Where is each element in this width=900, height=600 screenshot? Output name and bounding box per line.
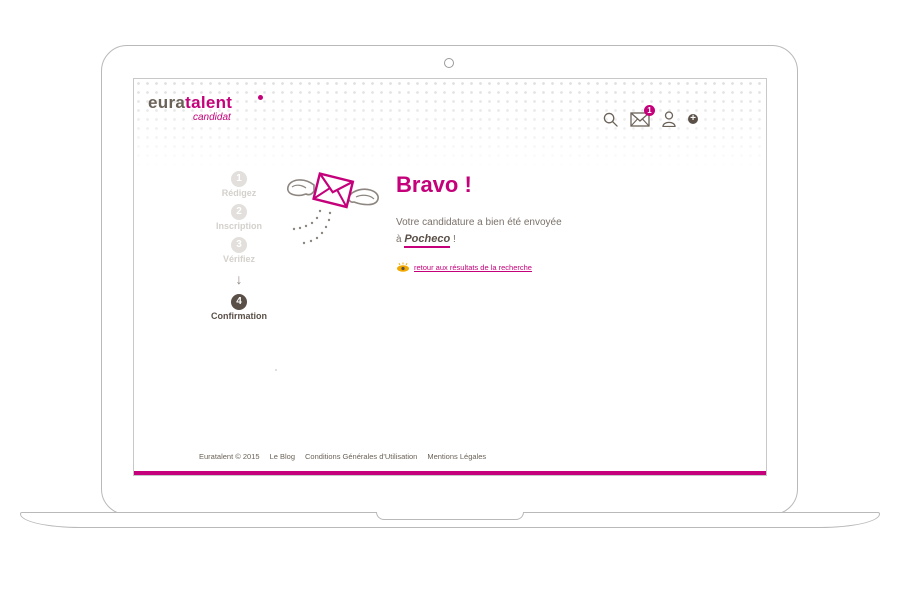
mail-badge: 1 bbox=[644, 104, 655, 116]
step-label: Inscription bbox=[215, 221, 262, 231]
company-line: à Pocheco ! bbox=[396, 231, 562, 248]
step-label: Vérifiez bbox=[222, 254, 255, 264]
logo-prefix: eura bbox=[148, 93, 186, 112]
footer: Euratalent © 2015 Le Blog Conditions Gén… bbox=[199, 452, 486, 461]
logo-dot bbox=[258, 95, 263, 100]
step-verifiez: 3 Vérifiez bbox=[204, 237, 274, 264]
decorative-dot bbox=[275, 369, 277, 371]
eye-icon bbox=[397, 262, 409, 272]
step-number: 1 bbox=[231, 171, 247, 187]
webcam bbox=[444, 58, 454, 68]
company-prefix: à bbox=[396, 234, 402, 245]
step-redigez: 1 Rédigez bbox=[204, 171, 274, 198]
euratalent-logo[interactable]: euratalent candidat bbox=[148, 93, 263, 123]
logo-wordmark: euratalent bbox=[148, 93, 232, 113]
step-confirmation: 4 Confirmation bbox=[204, 294, 274, 321]
logo-accent: talent bbox=[185, 93, 233, 112]
step-number: 4 bbox=[231, 294, 247, 310]
laptop-notch bbox=[376, 512, 524, 520]
add-icon-symbol: + bbox=[688, 114, 698, 124]
step-label: Confirmation bbox=[211, 311, 267, 321]
footer-link-blog[interactable]: Le Blog bbox=[270, 452, 295, 461]
step-number: 3 bbox=[231, 237, 247, 253]
company-name[interactable]: Pocheco bbox=[404, 233, 451, 248]
confirmation-line: Votre candidature a bien été envoyée bbox=[396, 217, 562, 228]
footer-link-legal[interactable]: Mentions Légales bbox=[427, 452, 486, 461]
company-suffix: ! bbox=[452, 234, 456, 245]
logo-subtitle: candidat bbox=[193, 112, 231, 123]
search-icon[interactable] bbox=[603, 112, 618, 127]
header-icons: 1 + bbox=[603, 104, 698, 127]
laptop-screen: euratalent candidat 1 + 1 Rédigez 2 Insc… bbox=[133, 78, 767, 476]
footer-link-cgu[interactable]: Conditions Générales d'Utilisation bbox=[305, 452, 417, 461]
footer-copyright: Euratalent © 2015 bbox=[199, 452, 260, 461]
step-number: 2 bbox=[231, 204, 247, 220]
step-label: Rédigez bbox=[221, 188, 257, 198]
mail-icon[interactable]: 1 bbox=[630, 104, 655, 127]
user-icon[interactable] bbox=[662, 111, 676, 127]
bottom-accent-bar bbox=[134, 471, 766, 475]
page-title: Bravo ! bbox=[396, 172, 472, 197]
arrow-down-icon: ↓ bbox=[235, 271, 243, 287]
progress-steps: 1 Rédigez 2 Inscription 3 Vérifiez ↓ 4 C… bbox=[204, 171, 274, 327]
back-link-label: retour aux résultats de la recherche bbox=[414, 262, 532, 272]
flying-envelope-icon bbox=[287, 172, 379, 245]
step-inscription: 2 Inscription bbox=[204, 204, 274, 231]
add-icon[interactable]: + bbox=[688, 114, 698, 124]
back-to-results-link[interactable]: retour aux résultats de la recherche bbox=[396, 262, 532, 272]
confirmation-message: Votre candidature a bien été envoyée à P… bbox=[396, 214, 562, 248]
